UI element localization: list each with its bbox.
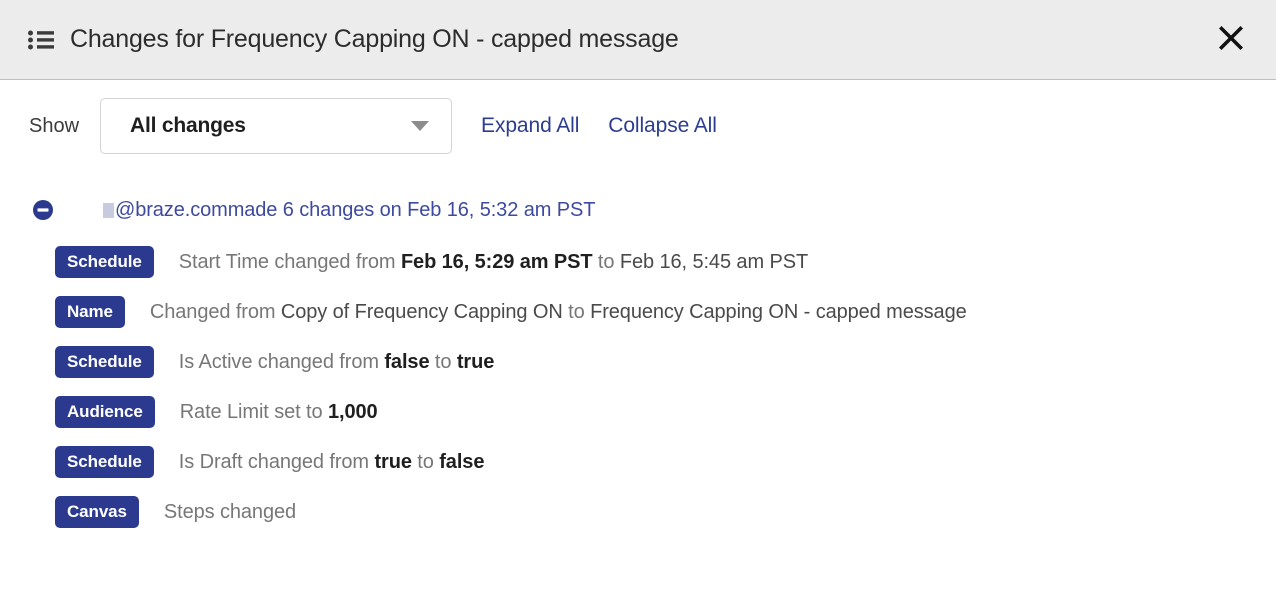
change-text-segment: Steps changed <box>163 500 297 523</box>
change-group-summary-suffix: made 6 changes on Feb 16, 5:32 am PST <box>227 198 596 221</box>
chevron-down-icon <box>411 121 430 131</box>
change-text-segment: Copy of Frequency Capping ON <box>280 300 563 323</box>
show-label: Show <box>29 114 80 137</box>
change-category-badge: Name <box>55 296 125 328</box>
change-row: Audience Rate Limit set to 1,000 <box>0 387 1276 437</box>
change-text-segment: Changed from <box>149 300 281 323</box>
change-description: Start Time changed from Feb 16, 5:29 am … <box>179 251 808 274</box>
change-text-segment: Rate Limit set to <box>179 400 328 423</box>
show-filter-value: All changes <box>130 114 246 137</box>
close-icon <box>1218 25 1244 54</box>
collapse-all-button[interactable]: Collapse All <box>608 114 717 138</box>
change-text-segment: Start Time changed from <box>178 250 401 273</box>
change-row: Canvas Steps changed <box>0 487 1276 537</box>
change-text-segment: to <box>592 250 620 273</box>
change-description: Rate Limit set to 1,000 <box>180 401 378 424</box>
change-text-segment: false <box>439 450 485 473</box>
change-row: Schedule Is Active changed from false to … <box>0 337 1276 387</box>
change-row: Schedule Is Draft changed from true to fa… <box>0 437 1276 487</box>
change-text-segment: Is Draft changed from <box>178 450 375 473</box>
redacted-author-block <box>103 202 114 218</box>
modal-header: Changes for Frequency Capping ON - cappe… <box>0 0 1276 80</box>
change-category-badge: Audience <box>55 396 155 428</box>
change-description: Changed from Copy of Frequency Capping O… <box>150 301 967 324</box>
change-group-header: @braze.com made 6 changes on Feb 16, 5:3… <box>0 196 1276 224</box>
change-text-segment: to <box>562 300 591 323</box>
change-category-badge: Schedule <box>55 346 154 378</box>
change-text-segment: Feb 16, 5:29 am PST <box>400 250 593 273</box>
show-filter-select[interactable]: All changes <box>100 98 453 154</box>
change-text-segment: Feb 16, 5:45 am PST <box>619 250 809 273</box>
change-text-segment: true <box>374 450 412 473</box>
change-group-summary: @braze.com made 6 changes on Feb 16, 5:3… <box>103 199 595 222</box>
change-text-segment: to <box>429 350 457 373</box>
minus-circle-icon[interactable] <box>32 199 54 221</box>
change-text-segment: Frequency Capping ON - capped message <box>590 300 967 323</box>
changes-list: Schedule Start Time changed from Feb 16, … <box>0 237 1276 537</box>
change-group-author: @braze.com <box>115 198 228 221</box>
change-text-segment: to <box>411 450 440 473</box>
expand-all-button[interactable]: Expand All <box>481 114 579 138</box>
change-text-segment: Is Active changed from <box>178 350 385 373</box>
change-description: Is Active changed from false to true <box>178 350 495 374</box>
change-category-badge: Schedule <box>55 246 154 278</box>
change-row: Schedule Start Time changed from Feb 16, … <box>0 237 1276 287</box>
change-description: Is Draft changed from true to false <box>179 451 485 474</box>
change-category-badge: Canvas <box>55 496 139 528</box>
change-group: @braze.com made 6 changes on Feb 16, 5:3… <box>0 196 1276 537</box>
page-title: Changes for Frequency Capping ON - cappe… <box>70 25 679 53</box>
change-text-segment: false <box>384 350 430 373</box>
change-category-badge: Schedule <box>55 446 154 478</box>
list-icon <box>28 30 54 50</box>
change-row: Name Changed from Copy of Frequency Cappi… <box>0 287 1276 337</box>
filter-toolbar: Show All changes Expand All Collapse All <box>0 80 1276 154</box>
close-button[interactable] <box>1214 23 1248 57</box>
change-text-segment: true <box>456 350 495 373</box>
change-description: Steps changed <box>164 501 296 524</box>
change-text-segment: 1,000 <box>327 400 378 423</box>
